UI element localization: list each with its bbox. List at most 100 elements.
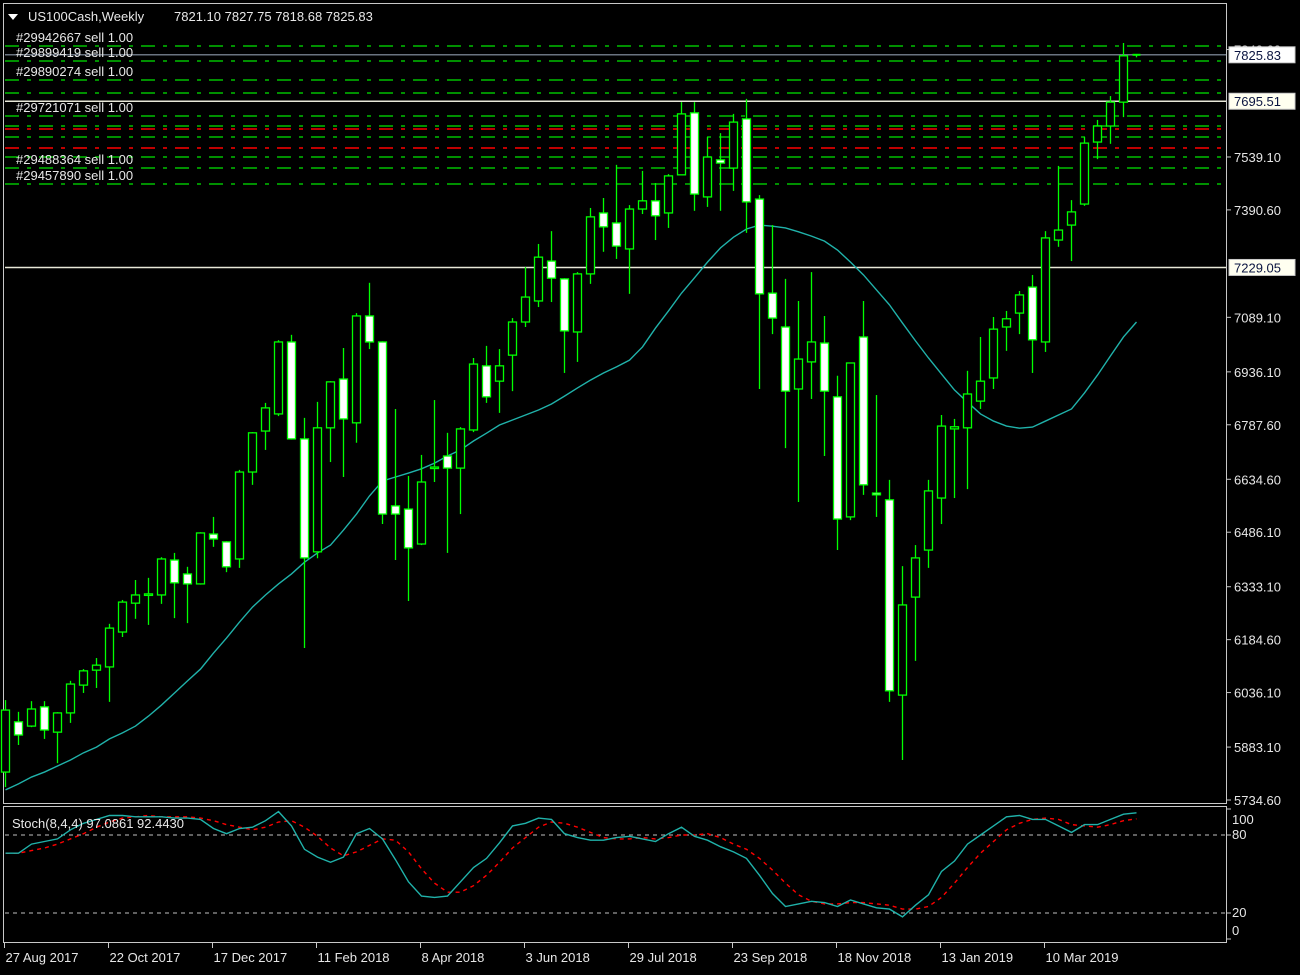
time-axis[interactable]: 27 Aug 2017 22 Oct 2017 17 Dec 2017 11 Feb … [4, 942, 1119, 965]
candle[interactable] [377, 341, 388, 525]
candle[interactable] [325, 381, 336, 463]
candle[interactable] [338, 348, 349, 478]
candle[interactable] [741, 98, 752, 233]
candle[interactable] [806, 272, 817, 399]
candle[interactable] [936, 415, 947, 525]
candle[interactable] [832, 375, 843, 551]
candle[interactable] [845, 362, 856, 521]
candle[interactable] [0, 700, 11, 788]
candle[interactable] [208, 516, 219, 547]
candle[interactable] [676, 102, 687, 176]
candle[interactable] [117, 599, 128, 638]
candle[interactable] [403, 475, 414, 602]
candle[interactable] [910, 545, 921, 661]
candle[interactable] [1066, 200, 1077, 262]
candle[interactable] [260, 402, 271, 450]
candle[interactable] [715, 133, 726, 211]
candle[interactable] [299, 417, 310, 649]
candle[interactable] [1079, 137, 1090, 206]
candle[interactable] [1001, 310, 1012, 351]
candle[interactable] [78, 669, 89, 693]
candle[interactable] [39, 701, 50, 739]
candle[interactable] [559, 278, 570, 373]
candle[interactable] [546, 231, 557, 303]
candle[interactable] [1040, 231, 1051, 352]
candle[interactable] [663, 174, 674, 228]
candle[interactable] [650, 183, 661, 241]
candle[interactable] [793, 300, 804, 502]
candle[interactable] [130, 579, 141, 619]
candle[interactable] [637, 170, 648, 215]
candle[interactable] [247, 432, 258, 485]
candle[interactable] [754, 195, 765, 389]
candle[interactable] [481, 345, 492, 403]
candle[interactable] [611, 164, 622, 259]
candle[interactable] [1132, 53, 1141, 58]
candle[interactable] [858, 300, 869, 495]
candle[interactable] [156, 557, 167, 604]
candle[interactable] [364, 282, 375, 350]
candle[interactable] [780, 278, 791, 449]
candle[interactable] [975, 336, 986, 409]
candle[interactable] [429, 400, 440, 482]
price-axis[interactable]: 7840.607539.107390.607089.106936.106787.… [1226, 43, 1296, 808]
bid-price-box[interactable]: 7825.83 [1228, 46, 1296, 64]
candle[interactable] [507, 318, 518, 392]
candle[interactable] [1105, 96, 1116, 144]
candle[interactable] [1014, 291, 1025, 335]
candle-body-bull [533, 256, 544, 302]
candle[interactable] [962, 370, 973, 490]
candle[interactable] [624, 205, 635, 294]
candle[interactable] [1053, 165, 1064, 247]
candle[interactable] [468, 357, 479, 433]
candle[interactable] [988, 317, 999, 389]
candle[interactable] [182, 566, 193, 624]
level-price-box[interactable]: 7695.51 [1228, 92, 1296, 110]
candle[interactable] [494, 349, 505, 413]
candle[interactable] [221, 541, 232, 573]
level-price-box[interactable]: 7229.05 [1228, 258, 1296, 276]
candle[interactable] [26, 701, 37, 728]
price-tick-label: 6333.10 [1234, 580, 1281, 595]
candle-body-bull [468, 363, 479, 431]
candle[interactable] [871, 395, 882, 517]
candle[interactable] [728, 113, 739, 191]
candle[interactable] [195, 532, 206, 585]
candle[interactable] [923, 479, 934, 568]
candle[interactable] [91, 658, 102, 688]
triangle-down-icon[interactable] [8, 14, 18, 20]
candle[interactable] [351, 313, 362, 443]
candle[interactable] [234, 469, 245, 568]
candle[interactable] [884, 479, 895, 702]
candle[interactable] [312, 401, 323, 559]
candle[interactable] [390, 408, 401, 561]
candle-body-bull [923, 490, 934, 551]
candle[interactable] [598, 197, 609, 252]
candle[interactable] [65, 680, 76, 723]
candle[interactable] [52, 712, 63, 764]
moving-average [5, 224, 1138, 791]
chart-canvas[interactable]: #29942667 sell 1.00#29899419 sell 1.00 #2… [0, 0, 1300, 975]
candle[interactable] [533, 243, 544, 308]
candle[interactable] [572, 272, 583, 362]
candle[interactable] [455, 427, 466, 515]
candle-body-bull [1040, 237, 1051, 343]
candle[interactable] [169, 552, 180, 619]
candle[interactable] [897, 566, 908, 760]
candle[interactable] [416, 454, 427, 546]
candle[interactable] [442, 432, 453, 553]
candle[interactable] [689, 102, 700, 211]
candle[interactable] [104, 623, 115, 702]
candle[interactable] [520, 267, 531, 327]
candle[interactable] [13, 711, 24, 745]
candles[interactable] [0, 42, 1141, 788]
candle[interactable] [286, 334, 297, 440]
candle[interactable] [143, 577, 154, 625]
candle[interactable] [1092, 119, 1103, 160]
candle[interactable] [949, 418, 960, 499]
candle[interactable] [585, 207, 596, 284]
candle[interactable] [273, 340, 284, 417]
candle[interactable] [819, 315, 830, 456]
candle[interactable] [767, 225, 778, 335]
candle[interactable] [1027, 274, 1038, 373]
